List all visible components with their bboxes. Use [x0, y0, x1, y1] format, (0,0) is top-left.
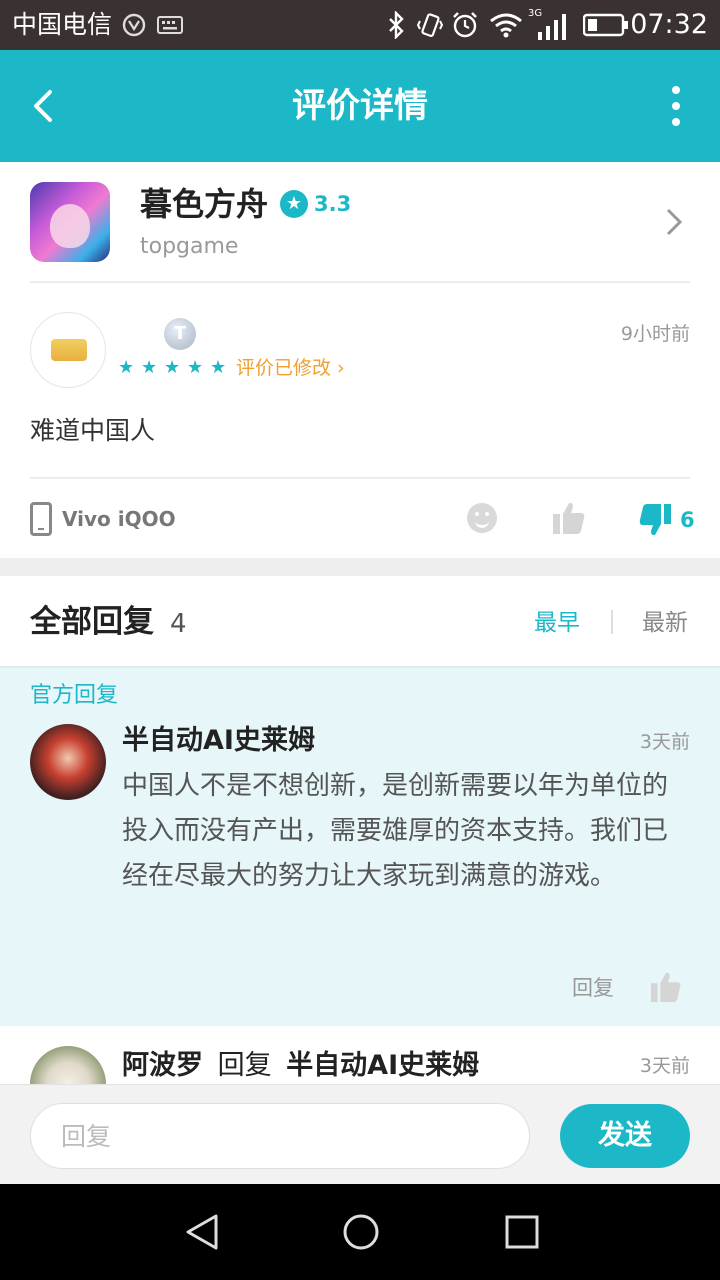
replies-title: 全部回复: [30, 604, 154, 640]
reply-header: 阿波罗 回复 半自动AI史莱姆: [122, 1046, 479, 1086]
star-icon: ★: [164, 357, 181, 378]
star-icon: ★: [141, 357, 158, 378]
page-title: 评价详情: [292, 86, 428, 126]
more-vertical-icon[interactable]: [666, 86, 686, 126]
network-type-label: 3G: [528, 8, 542, 19]
official-reply: 官方回复 半自动AI史莱姆 3天前 中国人不是不想创新，是创新需要以年为单位的投…: [0, 666, 720, 1026]
sort-separator: [611, 610, 613, 634]
game-name: 暮色方舟: [140, 185, 269, 223]
reply-text: 中国人不是不想创新，是创新需要以年为单位的投入而没有产出，需要雄厚的资本支持。我…: [122, 771, 669, 891]
review-text: 难道中国人: [30, 416, 156, 445]
divider: [30, 477, 690, 479]
reply-word: 回复: [217, 1050, 272, 1081]
section-separator: [0, 558, 720, 576]
thumbs-up-icon[interactable]: [650, 970, 682, 1004]
thumbs-down-icon[interactable]: [638, 502, 672, 538]
game-publisher: topgame: [140, 234, 239, 259]
reply-button[interactable]: 回复: [572, 972, 614, 1004]
nav-recents-icon[interactable]: [502, 1212, 542, 1252]
avatar[interactable]: [30, 724, 106, 800]
send-button[interactable]: 发送: [560, 1104, 690, 1168]
vibrate-icon: [416, 10, 444, 40]
reply-target[interactable]: 半自动AI史莱姆: [286, 1050, 479, 1081]
official-reply-label: 官方回复: [30, 683, 119, 708]
game-card[interactable]: 暮色方舟 ★ 3.3 topgame: [0, 162, 720, 282]
star-icon: ★: [118, 357, 135, 378]
reply-time: 3天前: [639, 731, 690, 753]
thumbs-up-icon[interactable]: [552, 500, 586, 536]
review-stars: ★ ★ ★ ★ ★: [118, 356, 233, 380]
app-header: 评价详情: [0, 50, 720, 162]
battery-icon: [582, 10, 630, 40]
rating-score: 3.3: [314, 192, 352, 216]
reply-input[interactable]: [30, 1103, 530, 1169]
star-icon: ★: [187, 357, 204, 378]
wifi-icon: [488, 10, 524, 40]
review-edited-link[interactable]: 评价已修改 ›: [236, 354, 345, 382]
carrier-name: 中国电信: [12, 10, 113, 39]
user-level-badge: T: [164, 318, 196, 350]
star-icon: ★: [280, 190, 308, 218]
sort-latest-tab[interactable]: 最新: [642, 604, 688, 642]
star-icon: ★: [210, 357, 227, 378]
chevron-right-icon: [664, 206, 684, 238]
bluetooth-icon: [384, 10, 408, 40]
reply-input-bar: 发送: [0, 1084, 720, 1184]
divider: [30, 281, 690, 283]
reply-author[interactable]: 半自动AI史莱姆: [122, 722, 315, 760]
replies-count: 4: [170, 609, 187, 639]
signal-icon: 3G: [528, 6, 570, 42]
alarm-icon: [450, 10, 480, 40]
reply-author[interactable]: 阿波罗: [122, 1050, 203, 1081]
clock: 07:32: [630, 9, 708, 40]
nfc-icon: [120, 10, 148, 40]
game-rating: ★ 3.3: [280, 190, 351, 218]
back-arrow-icon[interactable]: [22, 82, 70, 130]
reviewer-avatar[interactable]: [30, 312, 106, 388]
status-bar: 中国电信 3G 07:32: [0, 0, 720, 50]
nav-home-icon[interactable]: [341, 1212, 381, 1252]
device-info: Vivo iQOO: [30, 502, 176, 536]
system-navigation-bar: [0, 1184, 720, 1280]
game-icon: [30, 182, 110, 262]
review-time: 9小时前: [620, 323, 690, 345]
phone-icon: [30, 502, 52, 536]
emoji-icon[interactable]: [467, 503, 497, 533]
dislike-count: 6: [680, 508, 695, 532]
device-name: Vivo iQOO: [62, 507, 176, 531]
sort-earliest-tab[interactable]: 最早: [534, 604, 580, 642]
keyboard-icon: [156, 10, 184, 40]
nav-back-icon[interactable]: [182, 1212, 222, 1252]
reply-time: 3天前: [639, 1055, 690, 1077]
